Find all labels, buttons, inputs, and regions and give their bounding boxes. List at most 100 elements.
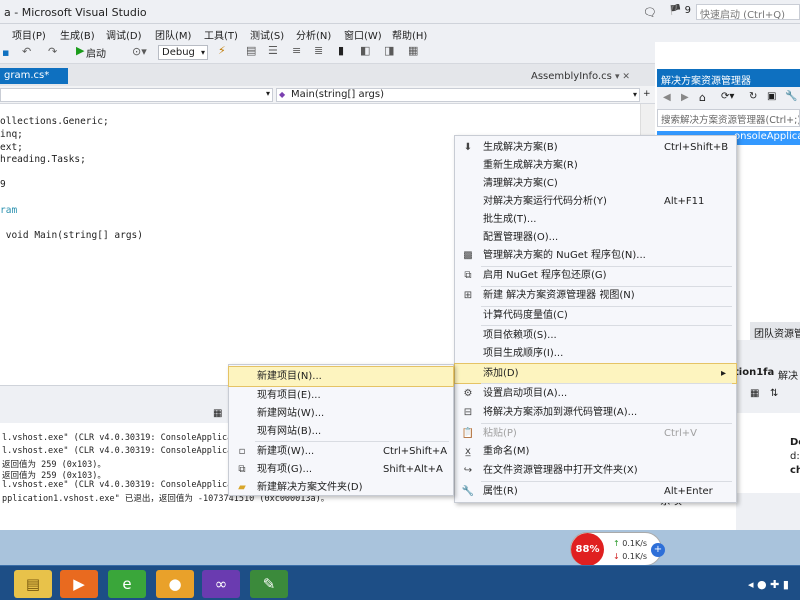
visual-studio-icon[interactable]: ∞ [202,570,240,598]
redo-icon[interactable]: ↷ [48,45,57,58]
prev-bookmark-icon[interactable]: ◧ [360,44,370,57]
menu-rebuild-solution[interactable]: 重新生成解决方案(R) [455,156,736,175]
save-all-icon[interactable]: ▪ [2,46,9,59]
browser-icon[interactable]: e [108,570,146,598]
tab-solution-explorer[interactable] [736,322,750,340]
find-icon[interactable]: ⚡ [218,44,226,57]
refresh-icon[interactable]: ↻ [749,91,757,102]
comment-icon[interactable]: ≡ [292,44,301,57]
next-bookmark-icon[interactable]: ◨ [384,44,394,57]
menu-set-startup-projects[interactable]: ⚙ 设置启动项目(A)... [455,384,736,403]
bookmark-icon[interactable]: ▮ [338,44,344,57]
cpu-usage-indicator[interactable]: 88% [571,533,604,566]
menu-help[interactable]: 帮助(H) [392,27,427,42]
quick-launch-input[interactable]: 快速启动 (Ctrl+Q) [696,4,800,20]
properties-icon[interactable]: 🔧 [785,91,797,102]
menu-add-to-source-control[interactable]: ⊟ 将解决方案添加到源代码管理(A)... [455,403,736,422]
split-icon[interactable]: + [643,89,651,99]
notifications-badge[interactable]: 🏴 9 [669,5,691,16]
properties-title: tion1fa [734,367,775,378]
new-item-icon: ▫ [238,446,246,457]
menu-new-explorer-view[interactable]: ⊞ 新建 解决方案资源管理器 视图(N) [455,286,736,305]
collapse-icon[interactable]: ▣ [767,91,776,102]
indent-icon[interactable]: ☰ [268,44,278,57]
menu-tools[interactable]: 工具(T) [204,27,238,42]
paste-icon: 📋 [461,428,475,439]
open-folder-icon: ↪ [463,465,473,476]
forward-icon[interactable]: ▶ [681,92,689,103]
menu-new-project[interactable]: 新建项目(N)... [228,366,454,387]
menu-new-solution-folder[interactable]: ▰ 新建解决方案文件夹(D) [229,478,453,497]
method-icon: ◆ [279,90,286,99]
download-speed: ↓ 0.1K/s [613,552,648,561]
menu-batch-build[interactable]: 批生成(T)... [455,210,736,229]
property-name: ch [790,465,800,476]
chevron-down-icon: ▾ [632,90,637,99]
back-icon[interactable]: ◀ [663,92,671,103]
tab-assemblyinfo-cs[interactable]: AssemblyInfo.cs ▾ ✕ [531,71,630,82]
start-button[interactable]: 启动 [86,45,106,60]
menu-project[interactable]: 项目(P) [12,27,46,42]
tab-team-explorer[interactable]: 团队资源管 [754,325,800,340]
menu-existing-project[interactable]: 现有项目(E)... [229,386,453,405]
menu-build[interactable]: 生成(B) [60,27,95,42]
menu-clean-solution[interactable]: 清理解决方案(C) [455,174,736,193]
menu-existing-website[interactable]: 现有网站(B)... [229,422,453,441]
evernote-icon[interactable]: ✎ [250,570,288,598]
menu-debug[interactable]: 调试(D) [106,27,142,42]
menu-team[interactable]: 团队(M) [155,27,191,42]
start-play-icon[interactable]: ▶ [76,44,84,57]
type-dropdown[interactable]: ▾ [0,88,273,102]
feedback-icon[interactable]: 🗨 [643,6,657,19]
menu-bar: 项目(P) 生成(B) 调试(D) 团队(M) 工具(T) 测试(S) 分析(N… [0,24,800,42]
categorized-icon[interactable]: ▦ [750,388,759,399]
menu-window[interactable]: 窗口(W) [344,27,382,42]
media-player-icon[interactable]: ▶ [60,570,98,598]
properties-grid[interactable]: De d: ch [736,413,800,493]
menu-test[interactable]: 测试(S) [250,27,284,42]
menu-new-item[interactable]: ▫ 新建项(W)... Ctrl+Shift+A [229,442,453,461]
chrome-icon[interactable]: ● [156,570,194,598]
output-clear-icon[interactable]: ▦ [213,408,222,419]
home-icon[interactable]: ⌂ [699,91,706,104]
sync-icon[interactable]: ⟳▾ [721,91,734,102]
clear-bookmark-icon[interactable]: ▦ [408,44,418,57]
alphabetical-icon[interactable]: ⇅ [770,388,778,399]
menu-open-in-file-explorer[interactable]: ↪ 在文件资源管理器中打开文件夹(X) [455,461,736,480]
gear-icon: ⚙ [463,388,473,399]
undo-icon[interactable]: ↶ [22,45,31,58]
submenu-arrow-icon: ▸ [721,368,727,379]
member-dropdown[interactable]: ◆ Main(string[] args) ▾ [276,88,640,102]
start-dropdown-icon[interactable]: ⊙▾ [132,45,147,58]
menu-project-build-order[interactable]: 项目生成顺序(I)... [455,344,736,363]
menu-existing-item[interactable]: ⧉ 现有项(G)... Shift+Alt+A [229,460,453,479]
uncomment-icon[interactable]: ≣ [314,44,323,57]
tab-program-cs[interactable]: gram.cs* [0,68,68,84]
menu-project-dependencies[interactable]: 项目依赖项(S)... [455,326,736,345]
menu-new-website[interactable]: 新建网站(W)... [229,404,453,423]
solution-config-select[interactable]: Debug ▾ [158,45,208,60]
menu-code-metrics[interactable]: 计算代码度量值(C) [455,306,736,325]
build-icon: ⬇ [463,142,473,153]
menu-build-solution[interactable]: ⬇ 生成解决方案(B) Ctrl+Shift+B [455,138,736,157]
menu-properties[interactable]: 🔧 属性(R) Alt+Enter [455,482,736,501]
window-title: a - Microsoft Visual Studio [4,6,147,19]
code-line: ram [0,205,18,216]
code-line: ext; [0,142,23,153]
menu-enable-nuget-restore[interactable]: ⧉ 启用 NuGet 程序包还原(G) [455,266,736,285]
add-icon[interactable]: + [651,543,665,557]
menu-configuration-manager[interactable]: 配置管理器(O)... [455,228,736,247]
solution-search-input[interactable]: 搜索解决方案资源管理器(Ctrl+;) [657,109,800,127]
close-icon[interactable]: ▾ ✕ [615,72,630,82]
property-name: De [790,437,800,448]
format-icon[interactable]: ▤ [246,44,256,57]
file-explorer-icon[interactable]: ▤ [14,570,52,598]
menu-rename[interactable]: x̲ 重命名(M) [455,442,736,461]
tray-icons[interactable]: ◂ ● ✚ ▮ [748,578,789,591]
menu-analyze[interactable]: 分析(N) [296,27,331,42]
menu-manage-nuget[interactable]: ▩ 管理解决方案的 NuGet 程序包(N)... [455,246,736,265]
menu-paste[interactable]: 📋 粘贴(P) Ctrl+V [455,424,736,443]
menu-add[interactable]: 添加(D) ▸ [454,363,737,384]
menu-run-code-analysis[interactable]: 对解决方案运行代码分析(Y) Alt+F11 [455,192,736,211]
properties-subtitle: 解决 [778,371,798,382]
